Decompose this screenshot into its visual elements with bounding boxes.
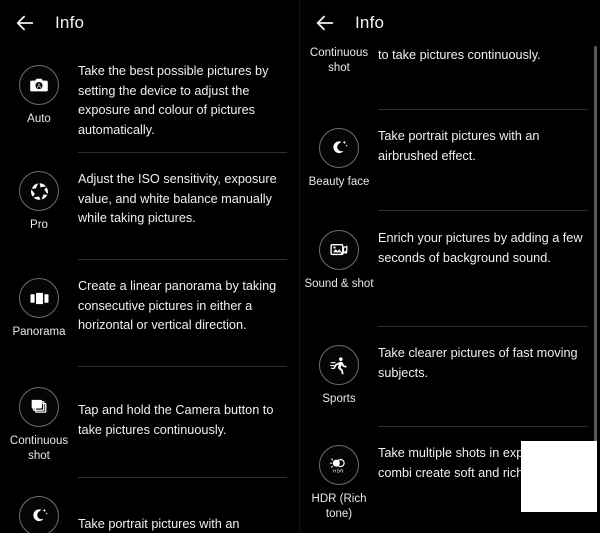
white-occlusion-overlay	[521, 441, 597, 512]
mode-icon-column: A Auto	[0, 62, 78, 127]
mode-icon-column: Pro	[0, 168, 78, 233]
mode-description: Enrich your pictures by adding a few sec…	[378, 231, 583, 265]
beauty-face-icon	[19, 496, 59, 533]
panorama-icon	[19, 278, 59, 318]
mode-label: Sports	[322, 393, 356, 405]
hdr-icon: HDR	[319, 445, 359, 485]
mode-icon-column: Continuous shot	[0, 384, 78, 464]
screen-root: Info A Auto Take the best possible pictu…	[0, 0, 600, 533]
list-item[interactable]: Pro Adjust the ISO sensitivity, exposure…	[0, 152, 299, 260]
right-page-title: Info	[355, 13, 385, 32]
list-item[interactable]: Panorama Create a linear panorama by tak…	[0, 259, 299, 367]
list-item[interactable]: A Auto Take the best possible pictures b…	[0, 46, 299, 153]
list-item[interactable]: Beauty face Take portrait pictures with …	[300, 109, 600, 211]
mode-icon-column: HDR HDR (Rich tone)	[300, 442, 378, 522]
list-item[interactable]: Sound & shot Enrich your pictures by add…	[300, 210, 600, 327]
list-item[interactable]: Sports Take clearer pictures of fast mov…	[300, 326, 600, 427]
left-mode-list-inner: A Auto Take the best possible pictures b…	[0, 46, 299, 533]
scrollbar-thumb[interactable]	[594, 46, 597, 486]
mode-label: Pro	[30, 219, 48, 231]
burst-stack-icon	[19, 387, 59, 427]
mode-label: Continuous shot	[9, 435, 69, 462]
mode-description: to take pictures continuously.	[378, 48, 541, 62]
mode-icon-column: Continuous shot	[300, 46, 378, 76]
mode-label: Continuous shot	[309, 47, 369, 74]
list-item[interactable]: Take portrait pictures with an	[0, 477, 299, 533]
mode-icon-column: Sound & shot	[300, 227, 378, 292]
mode-label: Auto	[27, 113, 51, 125]
sports-runner-icon	[319, 345, 359, 385]
left-app-bar: Info	[0, 0, 299, 46]
mode-description: Take portrait pictures with an	[78, 517, 240, 531]
back-arrow-icon[interactable]	[313, 11, 337, 35]
mode-label: Panorama	[12, 326, 66, 338]
mode-label: Beauty face	[308, 176, 370, 188]
mode-icon-column: Beauty face	[300, 125, 378, 190]
mode-icon-column	[0, 493, 78, 533]
right-app-bar: Info	[300, 0, 600, 46]
list-item[interactable]: Continuous shot Tap and hold the Camera …	[0, 366, 299, 478]
left-mode-list[interactable]: A Auto Take the best possible pictures b…	[0, 46, 299, 533]
mode-icon-column: Sports	[300, 342, 378, 407]
aperture-icon	[19, 171, 59, 211]
mode-label: Sound & shot	[304, 278, 374, 290]
back-arrow-icon[interactable]	[13, 11, 37, 35]
mode-icon-column: Panorama	[0, 275, 78, 340]
left-screenshot-panel: Info A Auto Take the best possible pictu…	[0, 0, 300, 533]
left-page-title: Info	[55, 13, 85, 32]
mode-description: Take the best possible pictures by setti…	[78, 64, 269, 137]
list-item[interactable]: Continuous shot to take pictures continu…	[300, 46, 600, 110]
sound-and-shot-icon	[319, 230, 359, 270]
mode-description: Take clearer pictures of fast moving sub…	[378, 346, 578, 380]
mode-description: Tap and hold the Camera button to take p…	[78, 403, 274, 437]
mode-description: Take portrait pictures with an airbrushe…	[378, 129, 540, 163]
beauty-face-icon	[319, 128, 359, 168]
mode-description: Adjust the ISO sensitivity, exposure val…	[78, 172, 277, 225]
mode-label: HDR (Rich tone)	[311, 493, 367, 520]
mode-description: Create a linear panorama by taking conse…	[78, 279, 277, 332]
camera-auto-icon: A	[19, 65, 59, 105]
svg-text:HDR: HDR	[333, 469, 344, 474]
